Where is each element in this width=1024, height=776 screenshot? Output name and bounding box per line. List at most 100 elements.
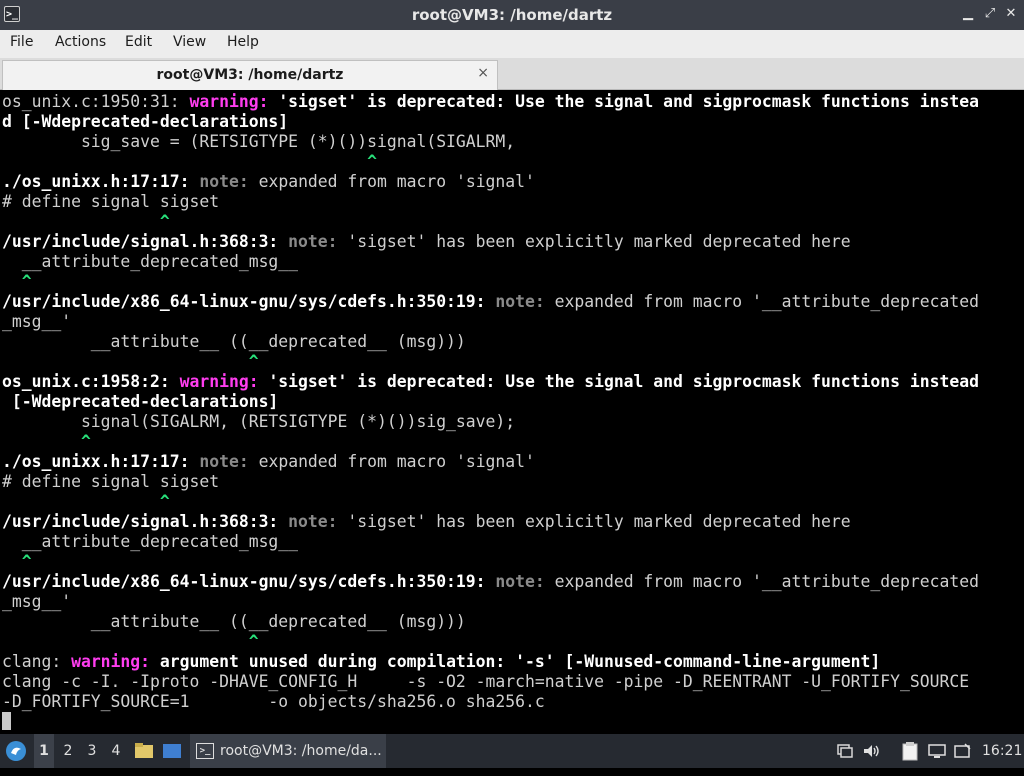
terminal-text-segment: ^	[2, 152, 377, 171]
show-desktop-icon[interactable]	[162, 734, 184, 768]
workspace-4[interactable]: 4	[106, 734, 126, 768]
terminal-text-segment: note:	[495, 292, 555, 311]
maximize-icon[interactable]: ⤢	[982, 6, 998, 22]
terminal-text-segment: # define signal sigset	[2, 472, 220, 491]
terminal-line: # define signal sigset	[2, 192, 219, 212]
terminal-text-segment: ^	[2, 352, 259, 371]
menu-view[interactable]: View	[173, 34, 206, 50]
terminal-text-segment: ^	[2, 272, 32, 291]
tab-close-icon[interactable]: ×	[477, 65, 489, 81]
terminal-text-segment: /usr/include/x86_64-linux-gnu/sys/cdefs.…	[2, 292, 496, 311]
close-icon[interactable]: ✕	[1003, 6, 1019, 22]
terminal-text-segment: __attribute_deprecated_msg__	[2, 532, 299, 551]
terminal-line: [-Wdeprecated-declarations]	[2, 392, 278, 412]
terminal-text-segment: warning:	[189, 92, 279, 111]
terminal-line: __attribute_deprecated_msg__	[2, 252, 298, 272]
terminal-line: clang: warning: argument unused during c…	[2, 652, 880, 672]
terminal-text-segment: __attribute__ ((__deprecated__ (msg)))	[2, 332, 466, 351]
terminal-line: ^	[2, 552, 32, 572]
terminal-line: # define signal sigset	[2, 472, 219, 492]
app-menu-icon	[6, 741, 26, 761]
menu-edit[interactable]: Edit	[125, 34, 152, 50]
workspace-1[interactable]: 1	[34, 734, 54, 768]
terminal-line: ^	[2, 492, 170, 512]
window-titlebar[interactable]: >_ root@VM3: /home/dartz ▁ ⤢ ✕	[0, 0, 1024, 30]
terminal-line: __attribute__ ((__deprecated__ (msg)))	[2, 612, 466, 632]
terminal-cursor	[2, 712, 11, 730]
taskbar: 1 2 3 4 >_ root@VM3: /home/da... 16:21	[0, 734, 1024, 768]
terminal-text-segment: clang:	[2, 652, 72, 671]
menu-file[interactable]: File	[10, 34, 33, 50]
terminal-line: _msg__'	[2, 312, 71, 332]
taskbar-task-terminal[interactable]: >_ root@VM3: /home/da...	[190, 734, 386, 768]
terminal-text-segment: expanded from macro '__attribute_depreca…	[554, 572, 979, 591]
terminal-line: /usr/include/x86_64-linux-gnu/sys/cdefs.…	[2, 292, 979, 312]
window-title: root@VM3: /home/dartz	[411, 6, 613, 24]
terminal-task-icon: >_	[196, 743, 214, 759]
minimize-icon[interactable]: ▁	[960, 6, 976, 22]
terminal-line: /usr/include/signal.h:368:3: note: 'sigs…	[2, 232, 851, 252]
terminal-text-segment: _msg__'	[2, 312, 72, 331]
terminal-text-segment: note:	[495, 572, 555, 591]
workspace-3[interactable]: 3	[82, 734, 102, 768]
menu-help[interactable]: Help	[227, 34, 259, 50]
terminal-text-segment: 'sigset' is deprecated: Use the signal a…	[278, 92, 979, 111]
terminal-line: ^	[2, 272, 32, 292]
terminal-text-segment: -D_FORTIFY_SOURCE=1 -o objects/sha256.o …	[2, 692, 545, 711]
terminal-text-segment: [-Wdeprecated-declarations]	[2, 392, 279, 411]
terminal-text-segment: ^	[2, 552, 32, 571]
terminal-line: -D_FORTIFY_SOURCE=1 -o objects/sha256.o …	[2, 692, 545, 712]
terminal-line: signal(SIGALRM, (RETSIGTYPE (*)())sig_sa…	[2, 412, 515, 432]
terminal-text-segment: ^	[2, 432, 91, 451]
terminal-text-segment: os_unix.c:1950:31:	[2, 92, 190, 111]
terminal-text-segment: /usr/include/signal.h:368:3:	[2, 512, 289, 531]
menu-actions[interactable]: Actions	[55, 34, 106, 50]
terminal-output[interactable]: os_unix.c:1950:31: warning: 'sigset' is …	[0, 90, 1024, 734]
taskbar-task-label: root@VM3: /home/da...	[220, 743, 382, 759]
terminal-text-segment: warning:	[179, 372, 269, 391]
notification-icon[interactable]	[954, 734, 974, 768]
terminal-text-segment: d [-Wdeprecated-declarations]	[2, 112, 289, 131]
terminal-line: clang -c -I. -Iproto -DHAVE_CONFIG_H -s …	[2, 672, 969, 692]
terminal-line: /usr/include/signal.h:368:3: note: 'sigs…	[2, 512, 851, 532]
terminal-line: ^	[2, 432, 91, 452]
clipboard-icon[interactable]	[902, 734, 922, 768]
terminal-line: __attribute_deprecated_msg__	[2, 532, 298, 552]
terminal-text-segment: /usr/include/x86_64-linux-gnu/sys/cdefs.…	[2, 572, 496, 591]
display-icon[interactable]	[928, 734, 948, 768]
terminal-text-segment: note:	[288, 512, 348, 531]
terminal-text-segment: __attribute_deprecated_msg__	[2, 252, 299, 271]
terminal-text-segment: ^	[2, 492, 170, 511]
terminal-text-segment: ^	[2, 212, 170, 231]
terminal-line: /usr/include/x86_64-linux-gnu/sys/cdefs.…	[2, 572, 979, 592]
terminal-text-segment: 'sigset' has been explicitly marked depr…	[347, 512, 851, 531]
terminal-text-segment: argument unused during compilation: '-s'…	[159, 652, 881, 671]
terminal-line: _msg__'	[2, 592, 71, 612]
file-manager-icon[interactable]	[134, 734, 156, 768]
clock: 16:21	[982, 743, 1023, 759]
start-menu-button[interactable]	[4, 734, 30, 768]
workspace-2[interactable]: 2	[58, 734, 78, 768]
terminal-text-segment: note:	[199, 172, 259, 191]
terminal-text-segment: expanded from macro 'signal'	[258, 452, 535, 471]
terminal-line: ^	[2, 152, 377, 172]
tab-label: root@VM3: /home/dartz	[156, 67, 344, 83]
terminal-text-segment: clang -c -I. -Iproto -DHAVE_CONFIG_H -s …	[2, 672, 970, 691]
terminal-text-segment: expanded from macro 'signal'	[258, 172, 535, 191]
terminal-line: ^	[2, 632, 259, 652]
terminal-text-segment: __attribute__ ((__deprecated__ (msg)))	[2, 612, 466, 631]
terminal-text-segment: os_unix.c:1958:2:	[2, 372, 180, 391]
terminal-line: sig_save = (RETSIGTYPE (*)())signal(SIGA…	[2, 132, 515, 152]
terminal-text-segment: note:	[288, 232, 348, 251]
terminal-text-segment: _msg__'	[2, 592, 72, 611]
terminal-text-segment: /usr/include/signal.h:368:3:	[2, 232, 289, 251]
terminal-line: d [-Wdeprecated-declarations]	[2, 112, 288, 132]
network-icon[interactable]	[836, 734, 856, 768]
terminal-text-segment: sig_save = (RETSIGTYPE (*)())signal(SIGA…	[2, 132, 516, 151]
menubar: File Actions Edit View Help	[0, 30, 1024, 58]
terminal-line: ^	[2, 212, 170, 232]
terminal-text-segment: warning:	[71, 652, 160, 671]
volume-icon[interactable]	[862, 734, 882, 768]
tab-terminal[interactable]: root@VM3: /home/dartz ×	[2, 60, 498, 90]
terminal-text-segment: expanded from macro '__attribute_depreca…	[554, 292, 979, 311]
